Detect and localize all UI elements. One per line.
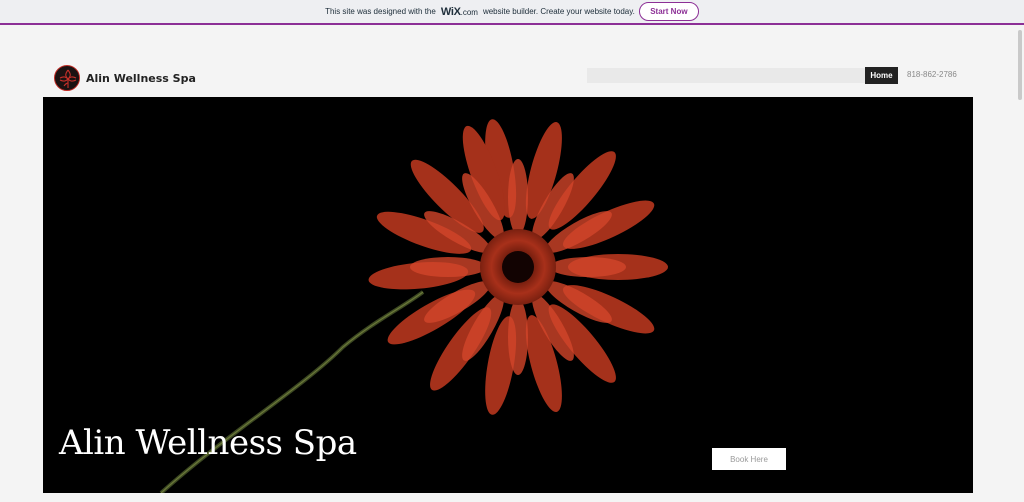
wix-brand: WiX (440, 5, 461, 18)
book-here-button[interactable]: Book Here (712, 448, 786, 470)
banner-text-before: This site was designed with the (325, 7, 436, 16)
nav-item-home[interactable]: Home (865, 67, 898, 84)
scrollbar-thumb[interactable] (1018, 30, 1022, 100)
hero-section: Alin Wellness Spa Book Here (43, 97, 973, 493)
site-name[interactable]: Alin Wellness Spa (86, 72, 196, 85)
wix-logo[interactable]: WiX.com (441, 6, 478, 18)
hero-title: Alin Wellness Spa (59, 423, 357, 463)
flower-logo-icon[interactable] (54, 65, 80, 91)
nav-bar (587, 68, 865, 83)
wix-promo-banner: This site was designed with the WiX.com … (0, 0, 1024, 25)
banner-text-after: website builder. Create your website tod… (482, 7, 635, 16)
banner-text: This site was designed with the WiX.com … (325, 6, 635, 18)
wix-brand-suffix: .com (460, 7, 478, 17)
phone-number[interactable]: 818-862-2786 (907, 70, 957, 79)
start-now-button[interactable]: Start Now (638, 2, 699, 21)
